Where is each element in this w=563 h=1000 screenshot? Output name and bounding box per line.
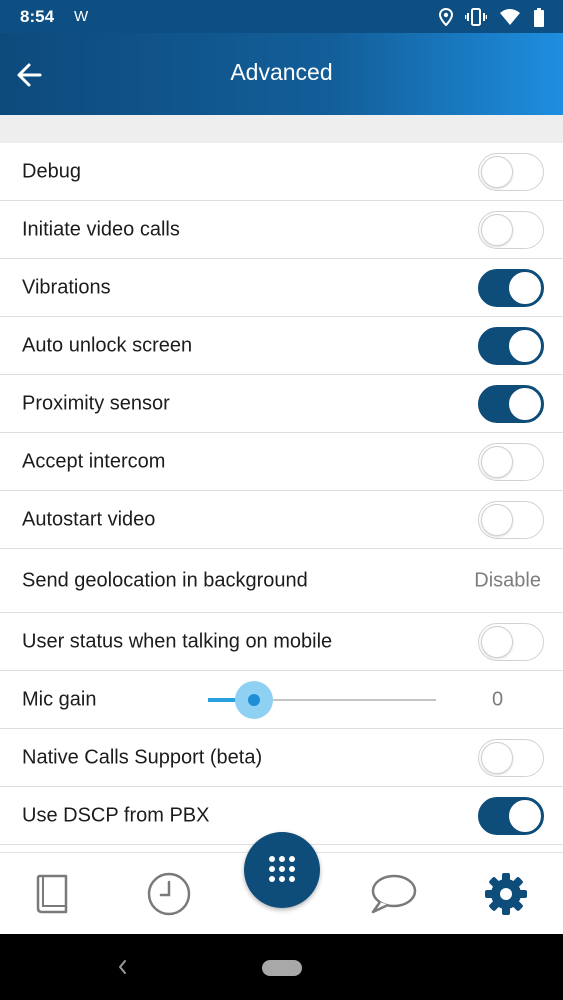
setting-row-user-status[interactable]: User status when talking on mobile [0, 613, 563, 671]
setting-label: Send geolocation in background [22, 569, 308, 591]
setting-row-auto-unlock-screen[interactable]: Auto unlock screen [0, 317, 563, 375]
autostart-video-toggle[interactable] [478, 500, 544, 539]
mic-gain-slider[interactable] [208, 680, 436, 719]
setting-row-mic-gain: Mic gain 0 [0, 671, 563, 729]
nav-contacts[interactable] [27, 869, 77, 919]
setting-label: Debug [22, 160, 81, 182]
app-bar: Advanced [0, 33, 563, 115]
slider-thumb[interactable] [247, 693, 260, 706]
vibrate-icon [465, 8, 487, 26]
location-icon [439, 8, 453, 26]
toggle-knob [481, 503, 513, 536]
geolocation-value[interactable]: Disable [474, 569, 541, 592]
setting-row-autostart-video[interactable]: Autostart video [0, 491, 563, 549]
vibrations-toggle[interactable] [478, 268, 544, 307]
nav-history[interactable] [144, 869, 194, 919]
contacts-book-icon [36, 874, 68, 914]
setting-label: Autostart video [22, 508, 156, 530]
chat-bubble-icon [371, 874, 417, 914]
section-divider [0, 115, 563, 143]
debug-toggle[interactable] [478, 152, 544, 191]
setting-label: Native Calls Support (beta) [22, 746, 263, 768]
setting-label: Mic gain [22, 688, 97, 710]
setting-label: Auto unlock screen [22, 334, 193, 356]
setting-label: Use DSCP from PBX [22, 804, 210, 826]
setting-label: User status when talking on mobile [22, 630, 333, 652]
setting-label: Accept intercom [22, 450, 166, 472]
setting-row-send-geolocation[interactable]: Send geolocation in background Disable [0, 549, 563, 613]
status-icons [439, 7, 545, 27]
setting-row-debug[interactable]: Debug [0, 143, 563, 201]
battery-icon [534, 7, 544, 27]
notification-w-icon: W [74, 8, 89, 25]
toggle-knob [509, 271, 541, 304]
nav-chat[interactable] [368, 869, 418, 919]
dialpad-button[interactable] [244, 832, 320, 908]
dialpad-icon [269, 856, 295, 882]
setting-row-initiate-video-calls[interactable]: Initiate video calls [0, 201, 563, 259]
toggle-knob [481, 155, 513, 188]
toggle-knob [481, 625, 513, 658]
use-dscp-toggle[interactable] [478, 796, 544, 835]
setting-label: Proximity sensor [22, 392, 170, 414]
toggle-knob [481, 445, 513, 478]
system-back-icon[interactable] [112, 954, 132, 980]
setting-row-vibrations[interactable]: Vibrations [0, 259, 563, 317]
setting-row-accept-intercom[interactable]: Accept intercom [0, 433, 563, 491]
native-calls-support-toggle[interactable] [478, 738, 544, 777]
toggle-knob [481, 213, 513, 246]
setting-row-native-calls-support[interactable]: Native Calls Support (beta) [0, 729, 563, 787]
proximity-sensor-toggle[interactable] [478, 384, 544, 423]
setting-row-proximity-sensor[interactable]: Proximity sensor [0, 375, 563, 433]
accept-intercom-toggle[interactable] [478, 442, 544, 481]
page-title: Advanced [230, 59, 333, 85]
initiate-video-calls-toggle[interactable] [478, 210, 544, 249]
status-time: 8:54 [20, 7, 55, 26]
mic-gain-value: 0 [492, 688, 504, 710]
user-status-toggle[interactable] [478, 622, 544, 661]
toggle-knob [481, 741, 513, 774]
setting-label: Initiate video calls [22, 218, 180, 240]
toggle-knob [509, 329, 541, 362]
system-home-pill-icon[interactable] [262, 960, 302, 976]
history-clock-icon [147, 872, 191, 916]
nav-settings[interactable] [481, 869, 531, 919]
toggle-knob [509, 799, 541, 832]
auto-unlock-screen-toggle[interactable] [478, 326, 544, 365]
settings-list: Debug Initiate video calls Vibrations Au… [0, 143, 563, 845]
toggle-knob [509, 387, 541, 420]
settings-gear-icon [485, 873, 527, 915]
setting-label: Vibrations [22, 276, 111, 298]
wifi-icon [500, 9, 520, 25]
status-bar: 8:54 W [0, 0, 563, 33]
